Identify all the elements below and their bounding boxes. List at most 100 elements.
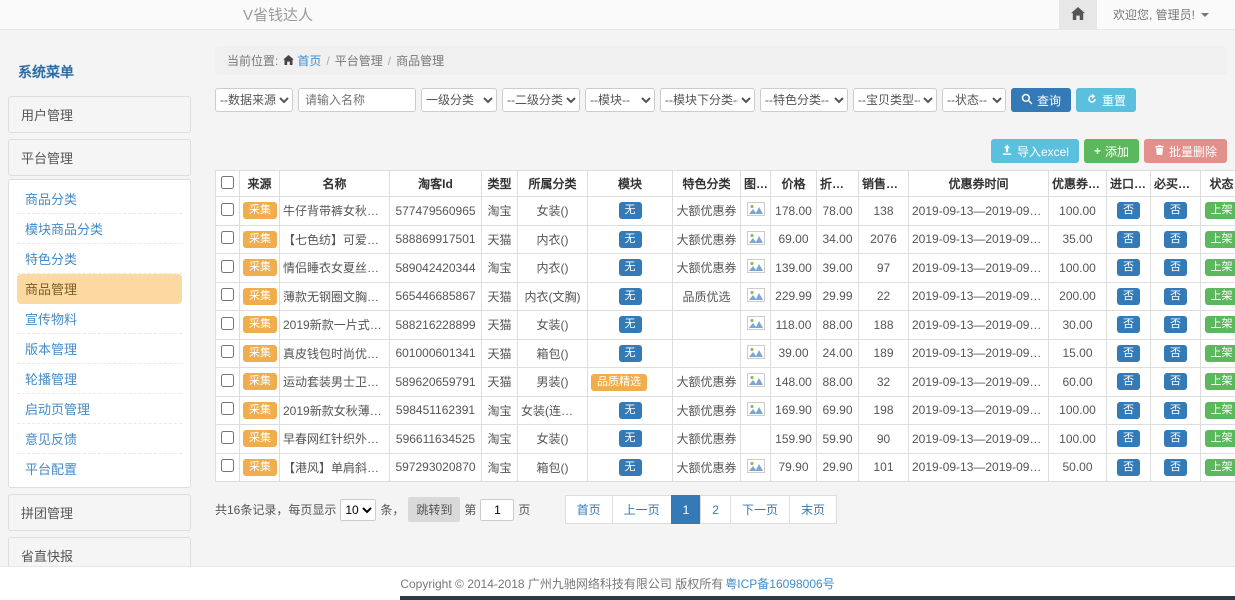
status-badge[interactable]: 上架	[1205, 430, 1235, 447]
status-badge[interactable]: 上架	[1205, 345, 1235, 362]
sidebar-item-9[interactable]: 启动页管理	[17, 394, 182, 424]
imported-toggle[interactable]: 否	[1117, 430, 1140, 447]
must-buy-cell: 否	[1151, 197, 1201, 226]
search-button[interactable]: 查询	[1011, 88, 1071, 112]
must-buy-toggle[interactable]: 否	[1164, 430, 1187, 447]
per-page-select[interactable]: 10	[340, 499, 376, 521]
sidebar-item-5[interactable]: 商品管理	[17, 274, 182, 304]
must-buy-toggle[interactable]: 否	[1164, 231, 1187, 248]
price-cell: 169.90	[771, 396, 817, 425]
filter-select-7[interactable]: --宝贝类型--	[853, 88, 937, 112]
sidebar-item-6[interactable]: 宣传物料	[17, 304, 182, 334]
status-badge[interactable]: 上架	[1205, 259, 1235, 276]
sidebar-item-7[interactable]: 版本管理	[17, 334, 182, 364]
jump-suffix: 页	[518, 501, 530, 518]
sidebar-item-11[interactable]: 平台配置	[17, 454, 182, 483]
status-badge[interactable]: 上架	[1205, 288, 1235, 305]
must-buy-toggle[interactable]: 否	[1164, 288, 1187, 305]
filter-select-6[interactable]: --特色分类--	[760, 88, 848, 112]
page-button-2[interactable]: 2	[700, 495, 731, 524]
filter-select-2[interactable]: 一级分类	[421, 88, 497, 112]
status-badge[interactable]: 上架	[1205, 402, 1235, 419]
discount-price-cell: 29.99	[817, 282, 859, 311]
name-cell: 情侣睡衣女夏丝绸男士...	[280, 254, 390, 283]
status-badge[interactable]: 上架	[1205, 231, 1235, 248]
status-badge[interactable]: 上架	[1205, 373, 1235, 390]
module-cell: 无	[588, 254, 673, 283]
status-badge[interactable]: 上架	[1205, 202, 1235, 219]
home-button[interactable]	[1059, 0, 1097, 29]
row-checkbox[interactable]	[221, 203, 234, 216]
row-checkbox[interactable]	[221, 231, 234, 244]
category-cell: 女装()	[518, 197, 588, 226]
sidebar-item-13[interactable]: 省直快报	[8, 537, 191, 566]
row-checkbox[interactable]	[221, 260, 234, 273]
jump-button[interactable]: 跳转到	[408, 497, 460, 522]
welcome-text: 欢迎您, 管理员!	[1113, 6, 1195, 23]
page-button-下一页[interactable]: 下一页	[730, 495, 790, 524]
must-buy-toggle[interactable]: 否	[1164, 402, 1187, 419]
home-icon	[283, 54, 294, 68]
filter-select-5[interactable]: --模块下分类--	[660, 88, 755, 112]
imported-toggle[interactable]: 否	[1117, 288, 1140, 305]
row-checkbox[interactable]	[221, 317, 234, 330]
imported-toggle[interactable]: 否	[1117, 316, 1140, 333]
filter-select-0[interactable]: --数据来源--	[215, 88, 293, 112]
reset-button[interactable]: 重置	[1076, 88, 1136, 112]
imported-toggle[interactable]: 否	[1117, 259, 1140, 276]
sidebar-item-2[interactable]: 商品分类	[17, 184, 182, 214]
icp-link[interactable]: 粤ICP备16098006号	[725, 575, 834, 592]
must-buy-toggle[interactable]: 否	[1164, 259, 1187, 276]
name-search-input[interactable]	[298, 88, 416, 112]
table-row: 采集真皮钱包时尚优雅女士...601000601341天猫箱包()无39.002…	[216, 339, 1235, 368]
must-buy-toggle[interactable]: 否	[1164, 345, 1187, 362]
filter-select-8[interactable]: --状态--	[942, 88, 1006, 112]
jump-page-input[interactable]	[480, 499, 514, 521]
row-checkbox[interactable]	[221, 345, 234, 358]
imported-toggle[interactable]: 否	[1117, 345, 1140, 362]
status-badge[interactable]: 上架	[1205, 316, 1235, 333]
select-all-checkbox[interactable]	[221, 176, 234, 189]
add-button[interactable]: + 添加	[1084, 139, 1139, 163]
sidebar-item-3[interactable]: 模块商品分类	[17, 214, 182, 244]
sidebar-item-1[interactable]: 平台管理	[8, 139, 191, 176]
filter-select-4[interactable]: --模块--	[585, 88, 655, 112]
must-buy-toggle[interactable]: 否	[1164, 373, 1187, 390]
page-button-末页[interactable]: 末页	[789, 495, 837, 524]
must-buy-toggle[interactable]: 否	[1164, 316, 1187, 333]
sidebar-item-10[interactable]: 意见反馈	[17, 424, 182, 454]
row-checkbox[interactable]	[221, 374, 234, 387]
page-button-1[interactable]: 1	[671, 495, 702, 524]
status-cell: 上架	[1201, 225, 1235, 254]
sales-cell: 32	[859, 368, 909, 397]
must-buy-toggle[interactable]: 否	[1164, 459, 1187, 476]
must-buy-toggle[interactable]: 否	[1164, 202, 1187, 219]
row-select-cell	[216, 225, 240, 254]
source-badge: 采集	[243, 231, 277, 248]
name-cell: 运动套装男士卫衣初秋...	[280, 368, 390, 397]
row-checkbox[interactable]	[221, 402, 234, 415]
page-button-上一页[interactable]: 上一页	[612, 495, 672, 524]
per-page-suffix: 条，	[380, 501, 404, 518]
row-checkbox[interactable]	[221, 431, 234, 444]
status-badge[interactable]: 上架	[1205, 459, 1235, 476]
imported-toggle[interactable]: 否	[1117, 402, 1140, 419]
imported-toggle[interactable]: 否	[1117, 231, 1140, 248]
imported-toggle[interactable]: 否	[1117, 459, 1140, 476]
imported-toggle[interactable]: 否	[1117, 373, 1140, 390]
page-button-首页[interactable]: 首页	[565, 495, 613, 524]
sidebar-item-8[interactable]: 轮播管理	[17, 364, 182, 394]
type-cell: 天猫	[482, 282, 518, 311]
filter-select-3[interactable]: --二级分类--	[502, 88, 580, 112]
row-checkbox[interactable]	[221, 459, 234, 472]
sidebar-item-12[interactable]: 拼团管理	[8, 494, 191, 531]
breadcrumb-home-link[interactable]: 首页	[283, 52, 321, 69]
imported-toggle[interactable]: 否	[1117, 202, 1140, 219]
sidebar-item-4[interactable]: 特色分类	[17, 244, 182, 274]
user-menu[interactable]: 欢迎您, 管理员!	[1097, 6, 1235, 23]
sidebar-item-0[interactable]: 用户管理	[8, 96, 191, 133]
import-excel-button[interactable]: 导入excel	[991, 139, 1079, 163]
batch-delete-button[interactable]: 批量删除	[1144, 139, 1227, 163]
name-cell: 【港风】单肩斜跨链条...	[280, 453, 390, 482]
row-checkbox[interactable]	[221, 288, 234, 301]
